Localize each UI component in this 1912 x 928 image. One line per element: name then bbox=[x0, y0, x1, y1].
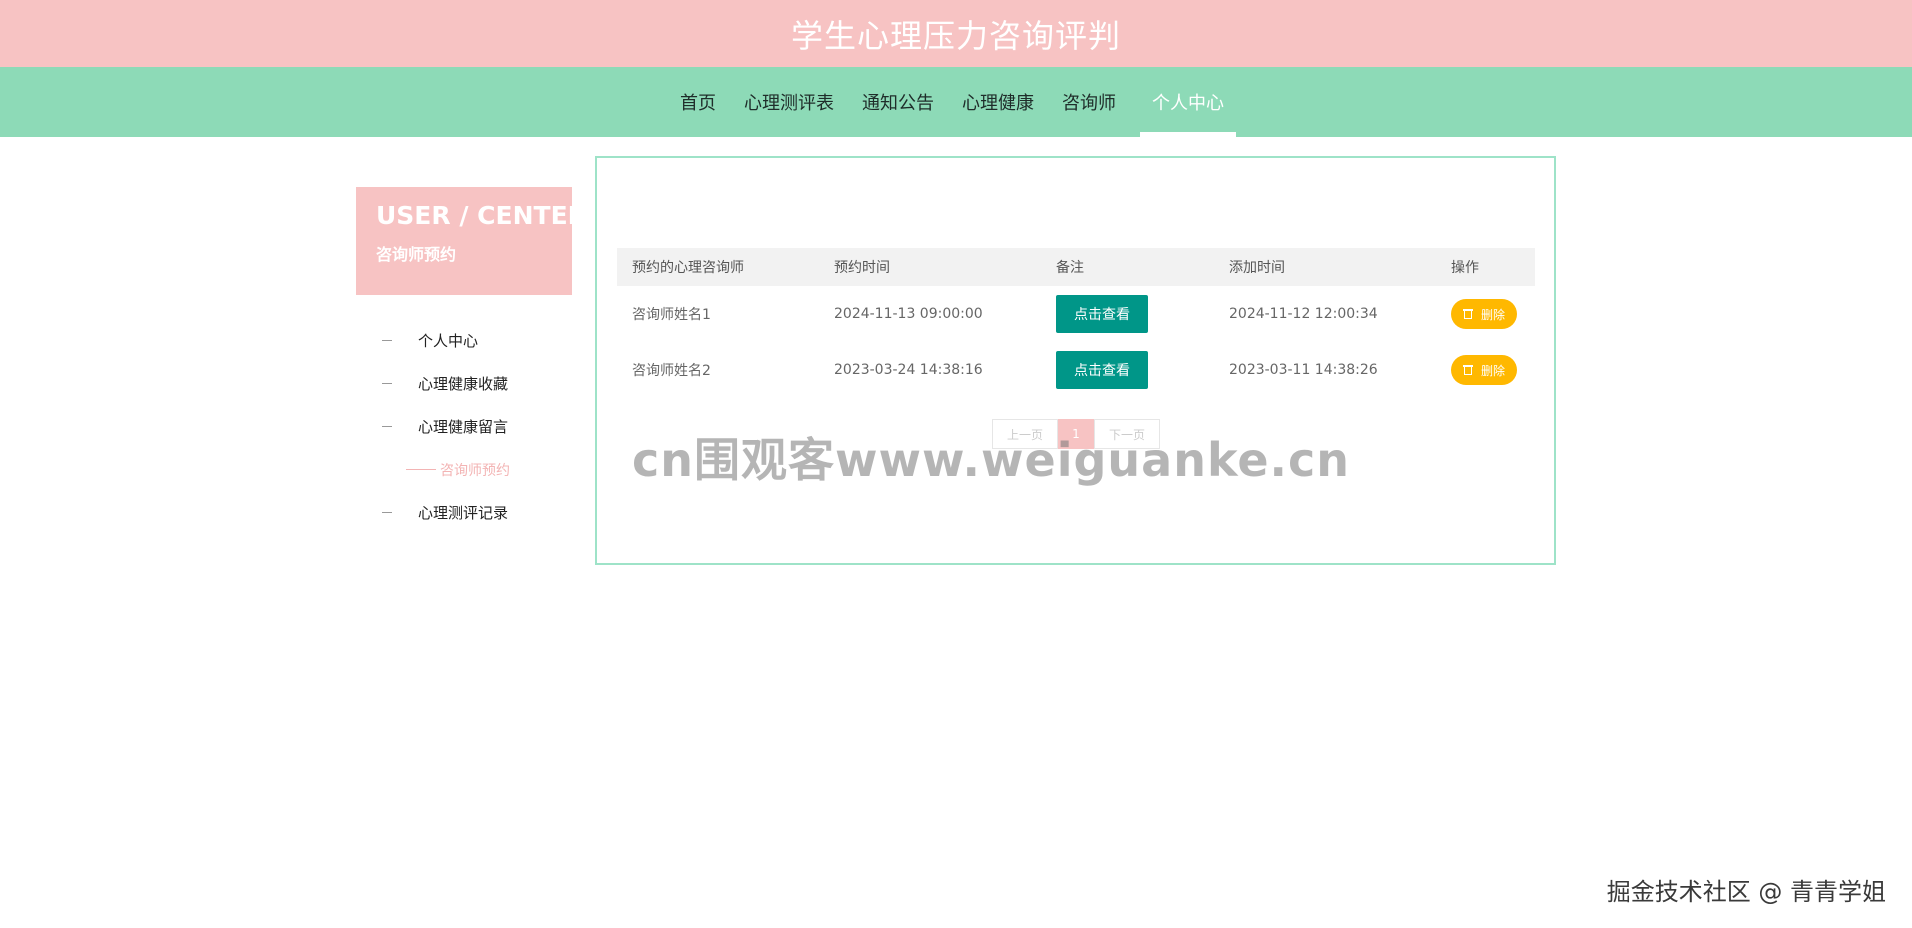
sidebar-item-label: 个人中心 bbox=[418, 332, 479, 350]
delete-label: 删除 bbox=[1480, 307, 1505, 322]
page: 学生心理压力咨询评判 首页 心理测评表 通知公告 心理健康 咨询师 个人中心 U… bbox=[0, 0, 1912, 928]
nav-item-counselor[interactable]: 咨询师 bbox=[1048, 67, 1130, 137]
trash-icon bbox=[1462, 309, 1473, 319]
sidebar-item-counselor-booking[interactable]: 咨询师预约 bbox=[356, 448, 572, 491]
credit-text: 掘金技术社区 @ 青青学姐 bbox=[1606, 878, 1886, 906]
dash-icon bbox=[382, 426, 392, 427]
cell-added: 2024-11-12 12:00:34 bbox=[1229, 306, 1378, 322]
main-nav: 首页 心理测评表 通知公告 心理健康 咨询师 个人中心 bbox=[0, 67, 1912, 137]
dash-icon bbox=[382, 512, 392, 513]
table-row: 咨询师姓名1 2024-11-13 09:00:00 点击查看 2024-11-… bbox=[617, 286, 1535, 342]
nav-item-notice[interactable]: 通知公告 bbox=[848, 67, 948, 137]
delete-button[interactable]: 删除 bbox=[1451, 355, 1517, 385]
booking-table-wrap: 预约的心理咨询师 预约时间 备注 添加时间 操作 咨询师姓名1 2024-11-… bbox=[617, 248, 1535, 398]
dash-icon bbox=[382, 383, 392, 384]
cell-note: 点击查看 bbox=[1041, 342, 1214, 398]
sidebar: USER / CENTER 咨询师预约 个人中心 心理健康收藏 心理健康留言 咨… bbox=[356, 187, 587, 534]
top-banner: 学生心理压力咨询评判 bbox=[0, 0, 1912, 67]
col-header-counselor: 预约的心理咨询师 bbox=[632, 260, 744, 276]
site-title: 学生心理压力咨询评判 bbox=[790, 16, 1121, 55]
table-row: 咨询师姓名2 2023-03-24 14:38:16 点击查看 2023-03-… bbox=[617, 342, 1535, 398]
sidebar-item-assessment-records[interactable]: 心理测评记录 bbox=[356, 491, 572, 534]
cell-counselor: 咨询师姓名1 bbox=[632, 307, 711, 323]
cell-note: 点击查看 bbox=[1041, 286, 1214, 342]
content-panel: 预约的心理咨询师 预约时间 备注 添加时间 操作 咨询师姓名1 2024-11-… bbox=[595, 156, 1556, 565]
cell-counselor: 咨询师姓名2 bbox=[632, 363, 711, 379]
booking-table: 预约的心理咨询师 预约时间 备注 添加时间 操作 咨询师姓名1 2024-11-… bbox=[617, 248, 1535, 398]
col-header-note: 备注 bbox=[1056, 260, 1084, 276]
watermark-text: cn围观客www.weiguanke.cn bbox=[632, 433, 1351, 487]
nav-item-home[interactable]: 首页 bbox=[666, 67, 730, 137]
sidebar-item-health-favorites[interactable]: 心理健康收藏 bbox=[356, 362, 572, 405]
table-header-row: 预约的心理咨询师 预约时间 备注 添加时间 操作 bbox=[617, 248, 1535, 286]
cell-time: 2024-11-13 09:00:00 bbox=[834, 306, 983, 322]
sidebar-menu: 个人中心 心理健康收藏 心理健康留言 咨询师预约 心理测评记录 bbox=[356, 319, 572, 534]
nav-item-health[interactable]: 心理健康 bbox=[948, 67, 1048, 137]
sidebar-header: USER / CENTER 咨询师预约 bbox=[356, 187, 587, 295]
sidebar-item-label: 咨询师预约 bbox=[440, 462, 510, 479]
col-header-action: 操作 bbox=[1451, 260, 1479, 276]
delete-label: 删除 bbox=[1480, 363, 1505, 378]
dash-icon bbox=[382, 340, 392, 341]
nav-item-user-center[interactable]: 个人中心 bbox=[1140, 67, 1236, 137]
cell-action: 删除 bbox=[1436, 286, 1535, 342]
nav-list: 首页 心理测评表 通知公告 心理健康 咨询师 个人中心 bbox=[666, 67, 1236, 137]
view-note-button[interactable]: 点击查看 bbox=[1056, 351, 1148, 389]
sidebar-item-health-messages[interactable]: 心理健康留言 bbox=[356, 405, 572, 448]
col-header-added: 添加时间 bbox=[1229, 260, 1285, 276]
cell-added: 2023-03-11 14:38:26 bbox=[1229, 362, 1378, 378]
sidebar-title-cn: 咨询师预约 bbox=[376, 245, 457, 264]
trash-icon bbox=[1462, 365, 1473, 375]
cell-action: 删除 bbox=[1436, 342, 1535, 398]
sidebar-item-label: 心理健康留言 bbox=[418, 418, 509, 436]
sidebar-item-user-center[interactable]: 个人中心 bbox=[356, 319, 572, 362]
line-icon bbox=[406, 469, 436, 470]
sidebar-item-label: 心理健康收藏 bbox=[418, 375, 509, 393]
col-header-time: 预约时间 bbox=[834, 260, 890, 276]
nav-item-assessment[interactable]: 心理测评表 bbox=[730, 67, 848, 137]
delete-button[interactable]: 删除 bbox=[1451, 299, 1517, 329]
sidebar-title-en: USER / CENTER bbox=[376, 201, 587, 230]
sidebar-item-label: 心理测评记录 bbox=[418, 504, 509, 522]
view-note-button[interactable]: 点击查看 bbox=[1056, 295, 1148, 333]
cell-time: 2023-03-24 14:38:16 bbox=[834, 362, 983, 378]
